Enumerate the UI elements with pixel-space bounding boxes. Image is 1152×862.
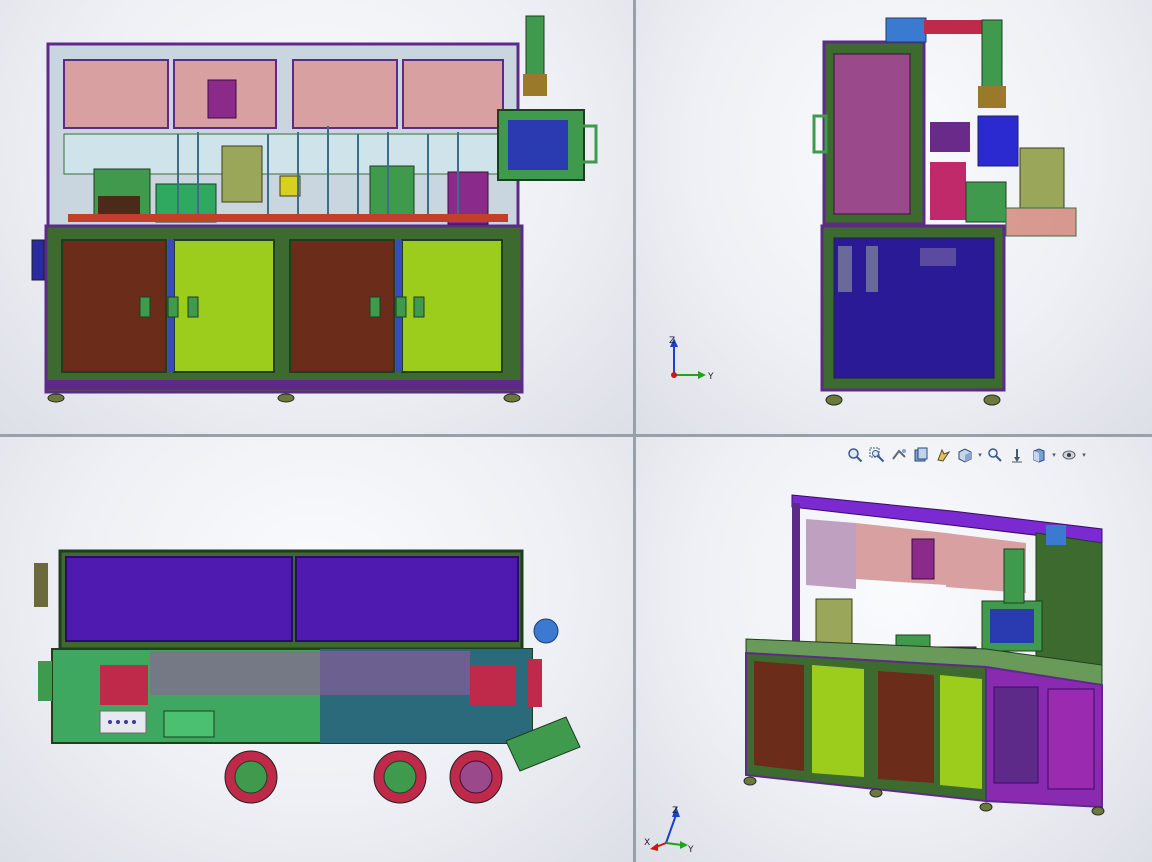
display-style-icon[interactable] [985,445,1005,465]
previous-view-icon[interactable] [889,445,909,465]
edit-appearance-icon[interactable] [1029,445,1049,465]
axis-label-y: Y [687,845,694,853]
viewport-isometric[interactable]: Z X Y [636,437,1152,862]
axis-label-z: Z [672,806,678,816]
axis-label-z: Z [669,336,675,346]
machine-top-view[interactable] [30,541,610,811]
dynamic-annotation-icon[interactable] [933,445,953,465]
view-orientation-icon[interactable] [955,445,975,465]
zoom-to-area-icon[interactable] [867,445,887,465]
axis-label-y: Y [707,372,714,382]
apply-scene-icon[interactable] [1059,445,1079,465]
axis-triad-isometric-view: Z X Y [644,803,704,855]
section-view-icon[interactable] [911,445,931,465]
view-orientation-dropdown[interactable] [977,445,983,465]
axis-label-x: X [644,838,650,848]
machine-side-view[interactable] [806,12,1086,412]
machine-front-view[interactable] [28,14,608,414]
heads-up-view-toolbar [845,444,1087,466]
hide-show-items-icon[interactable] [1007,445,1027,465]
viewport-top[interactable] [0,437,633,862]
viewport-front[interactable] [0,0,633,434]
viewport-right[interactable]: Z Y [636,0,1152,434]
axis-triad-right-view: Z Y [664,335,724,385]
edit-appearance-dropdown[interactable] [1051,445,1057,465]
zoom-to-fit-icon[interactable] [845,445,865,465]
apply-scene-dropdown[interactable] [1081,445,1087,465]
machine-isometric-view[interactable] [736,489,1116,819]
